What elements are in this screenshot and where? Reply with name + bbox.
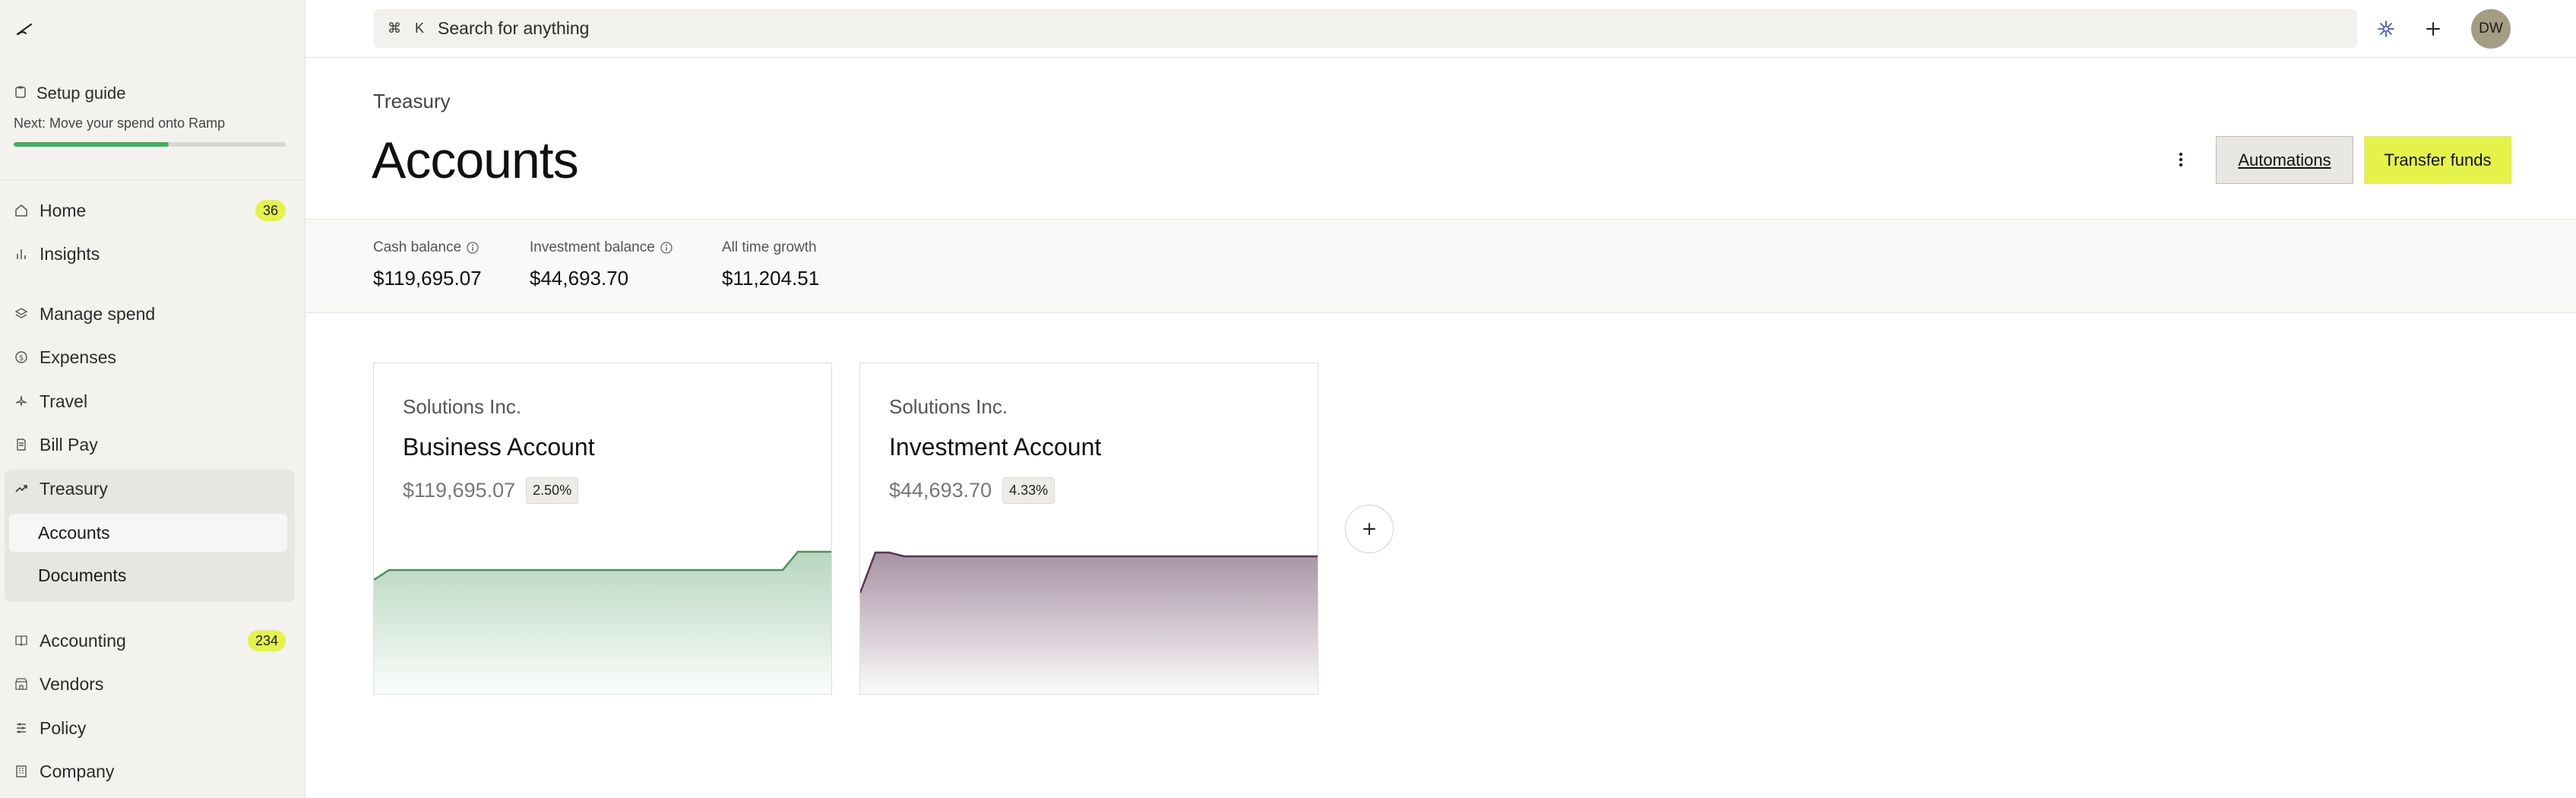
balance-sparkline [374, 550, 831, 694]
command-key-hint: ⌘ [388, 21, 401, 36]
business-account-card[interactable]: Solutions Inc. Business Account $119,695… [373, 363, 832, 695]
ramp-logo-icon[interactable] [14, 18, 35, 40]
sidebar-item-accounting[interactable]: Accounting 234 [6, 622, 293, 660]
search-placeholder: Search for anything [438, 18, 590, 38]
sidebar-item-home[interactable]: Home 36 [6, 192, 293, 230]
plane-icon [14, 394, 29, 409]
store-icon [14, 676, 29, 692]
sidebar-item-travel[interactable]: Travel [6, 382, 293, 420]
stat-label: All time growth [722, 239, 817, 255]
sidebar-item-label: Expenses [40, 347, 117, 367]
sidebar-item-label: Home [40, 200, 87, 220]
sidebar-item-label: Vendors [40, 673, 104, 694]
home-icon [14, 203, 29, 218]
sidebar-item-treasury[interactable]: Treasury [6, 470, 293, 508]
interest-rate-badge: 4.33% [1002, 477, 1055, 504]
bar-chart-icon [14, 246, 29, 261]
sidebar-item-label: Company [40, 761, 115, 781]
account-name: Investment Account [889, 433, 1102, 461]
clipboard-icon [14, 84, 27, 103]
automations-button[interactable]: Automations [2216, 136, 2353, 184]
stat-label: Investment balance [530, 239, 655, 255]
investment-account-card[interactable]: Solutions Inc. Investment Account $44,69… [859, 363, 1318, 695]
sidebar-item-manage-spend[interactable]: Manage spend [6, 295, 293, 333]
sidebar-item-expenses[interactable]: $ Expenses [6, 338, 293, 376]
sidebar-item-insights[interactable]: Insights [6, 235, 293, 273]
info-icon[interactable] [466, 241, 479, 255]
account-org: Solutions Inc. [403, 395, 522, 418]
info-icon[interactable] [660, 241, 673, 255]
avatar[interactable]: DW [2471, 9, 2511, 49]
sidebar-item-vendors[interactable]: Vendors [6, 665, 293, 703]
top-bar: ⌘ K Search for anything DW [305, 0, 2576, 58]
bill-icon [14, 437, 29, 452]
sidebar-item-label: Manage spend [40, 303, 156, 324]
k-key-hint: K [415, 21, 425, 36]
stat-value: $119,695.07 [373, 267, 482, 290]
setup-guide[interactable]: Setup guide Next: Move your spend onto R… [14, 84, 287, 147]
sidebar: Setup guide Next: Move your spend onto R… [0, 0, 305, 798]
page-title: Accounts [372, 131, 579, 189]
sidebar-item-policy[interactable]: Policy [6, 709, 293, 747]
search-bar[interactable]: ⌘ K Search for anything [374, 9, 2357, 48]
trend-up-icon [14, 481, 29, 496]
sparkle-icon[interactable] [2371, 14, 2401, 44]
setup-progress-bar [14, 142, 286, 147]
svg-text:$: $ [19, 354, 24, 363]
cash-balance-stat: Cash balance $119,695.07 [373, 239, 482, 290]
all-time-growth-stat: All time growth $11,204.51 [722, 239, 819, 290]
sidebar-item-bill-pay[interactable]: Bill Pay [6, 426, 293, 464]
treasury-nav-group: Treasury Accounts Documents [5, 470, 295, 602]
account-org: Solutions Inc. [889, 395, 1008, 418]
policy-icon [14, 720, 29, 736]
sidebar-item-label: Bill Pay [40, 434, 98, 454]
stat-value: $44,693.70 [530, 267, 629, 290]
setup-next-step: Next: Move your spend onto Ramp [14, 116, 226, 131]
transfer-funds-button[interactable]: Transfer funds [2364, 136, 2511, 184]
sidebar-item-label: Treasury [40, 478, 108, 499]
layers-icon [14, 306, 29, 321]
plus-icon[interactable] [2418, 14, 2448, 44]
home-count-badge: 36 [255, 200, 286, 221]
sidebar-item-label: Insights [40, 243, 100, 264]
sidebar-divider [0, 179, 305, 180]
stat-value: $11,204.51 [722, 267, 820, 290]
building-icon [14, 764, 29, 779]
setup-guide-label: Setup guide [36, 84, 126, 103]
balance-summary: Cash balance $119,695.07 Investment bala… [305, 219, 2576, 313]
interest-rate-badge: 2.50% [526, 477, 579, 504]
sidebar-item-label: Policy [40, 717, 87, 738]
sidebar-subitem-accounts[interactable]: Accounts [9, 514, 287, 552]
account-name: Business Account [403, 433, 595, 461]
dollar-circle-icon: $ [14, 350, 29, 365]
stat-label: Cash balance [373, 239, 462, 255]
more-options-icon[interactable] [2166, 144, 2196, 175]
accounting-count-badge: 234 [247, 630, 286, 651]
setup-progress-fill [14, 142, 169, 147]
sidebar-item-label: Travel [40, 391, 88, 411]
sidebar-subitem-documents[interactable]: Documents [9, 556, 287, 594]
investment-balance-stat: Investment balance $44,693.70 [530, 239, 673, 290]
balance-sparkline [860, 551, 1318, 694]
sidebar-item-company[interactable]: Company [6, 752, 293, 790]
plus-icon [1363, 523, 1375, 535]
account-amount: $119,695.07 [403, 479, 516, 502]
add-account-button[interactable] [1345, 505, 1394, 553]
breadcrumb[interactable]: Treasury [373, 90, 451, 113]
sidebar-item-label: Accounting [40, 630, 126, 651]
account-amount: $44,693.70 [889, 479, 992, 502]
book-icon [14, 633, 29, 648]
